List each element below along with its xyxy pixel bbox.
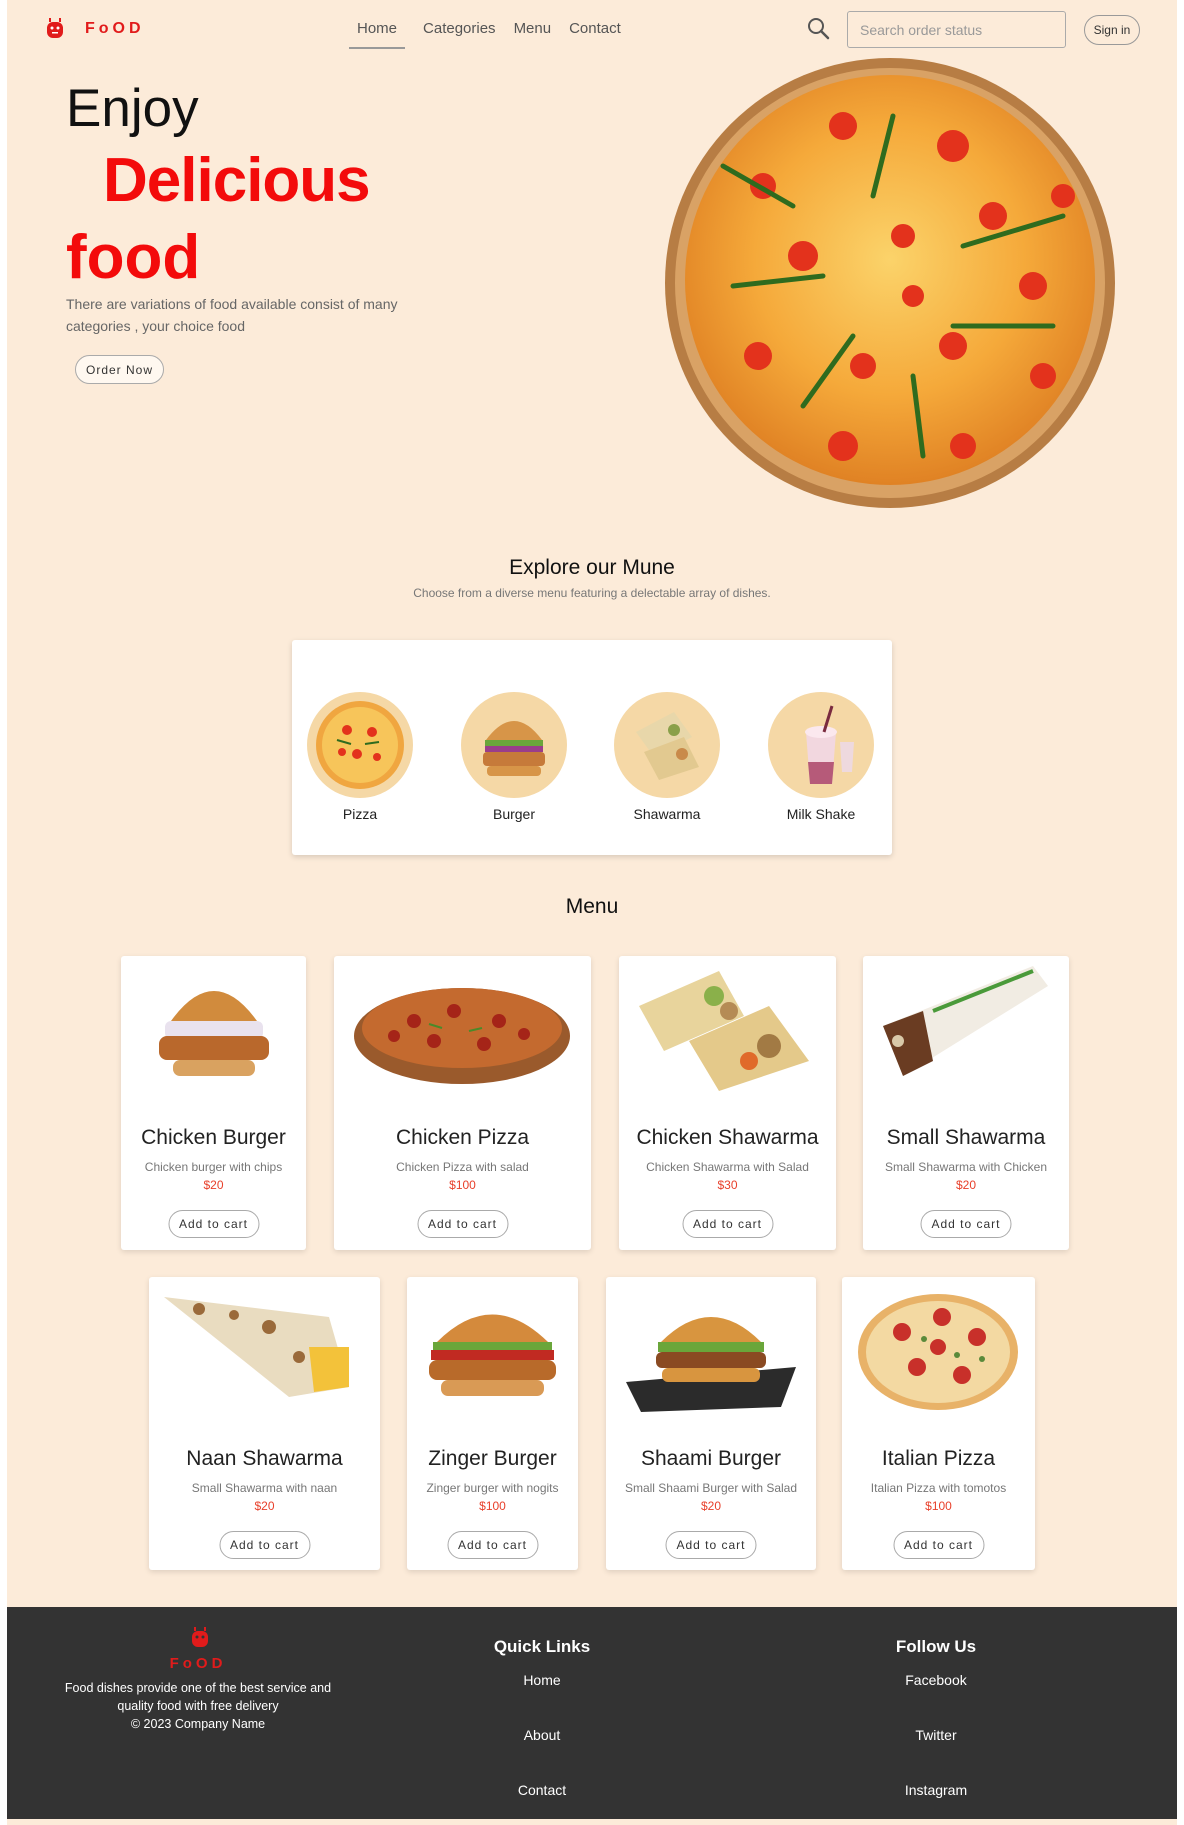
add-to-cart-button[interactable]: Add to cart — [682, 1210, 773, 1238]
robot-logo-icon — [192, 1627, 208, 1647]
menu-item-name: Chicken Burger — [141, 1126, 286, 1149]
hero-heading-enjoy: Enjoy — [66, 79, 199, 138]
nav-link-contact[interactable]: Contact — [569, 20, 621, 49]
menu-item-price: $20 — [254, 1499, 275, 1513]
menu-item-name: Shaami Burger — [640, 1447, 782, 1470]
footer-link-about[interactable]: About — [442, 1727, 642, 1743]
categories-box: Pizza Burger Shawarma Milk Shake — [292, 640, 892, 855]
italian-pizza-image — [858, 1294, 1018, 1410]
category-label: Shawarma — [633, 806, 701, 822]
category-shawarma-image — [614, 692, 720, 798]
category-label: Milk Shake — [786, 806, 856, 822]
explore-subtitle: Choose from a diverse menu featuring a d… — [413, 586, 771, 600]
nav-link-menu[interactable]: Menu — [514, 20, 552, 49]
page: FoOD Home Categories Menu Contact Sign i… — [7, 0, 1177, 1825]
category-pizza[interactable]: Pizza — [305, 692, 415, 822]
order-now-button[interactable]: Order Now — [75, 355, 164, 384]
hero-heading-food: food — [66, 223, 201, 292]
quick-links-title: Quick Links — [493, 1637, 591, 1656]
menu-item-name: Naan Shawarma — [186, 1447, 343, 1470]
menu-item-desc: Small Shawarma with Chicken — [884, 1160, 1048, 1174]
shaami-burger-image — [626, 1317, 796, 1412]
robot-logo-icon — [47, 18, 63, 38]
category-burger-image — [461, 692, 567, 798]
category-label: Pizza — [342, 806, 378, 822]
footer-link-twitter[interactable]: Twitter — [836, 1727, 1036, 1743]
menu-card-shaami-burger: Shaami Burger Small Shaami Burger with S… — [606, 1277, 816, 1570]
menu-item-price: $20 — [955, 1178, 977, 1192]
add-to-cart-button[interactable]: Add to cart — [447, 1531, 538, 1559]
menu-item-price: $100 — [479, 1499, 506, 1513]
naan-shawarma-image — [164, 1297, 349, 1397]
follow-us-title: Follow Us — [895, 1637, 977, 1656]
hero-pizza-image — [665, 58, 1115, 508]
menu-card-italian-pizza: Italian Pizza Italian Pizza with tomotos… — [842, 1277, 1035, 1570]
category-shawarma[interactable]: Shawarma — [612, 692, 722, 822]
menu-item-desc: Chicken Shawarma with Salad — [646, 1160, 809, 1174]
footer-link-contact[interactable]: Contact — [442, 1782, 642, 1798]
menu-item-desc: Zinger burger with nogits — [426, 1481, 559, 1495]
menu-item-price: $100 — [449, 1178, 476, 1192]
category-burger[interactable]: Burger — [459, 692, 569, 822]
brand[interactable]: FoOD — [45, 18, 145, 40]
menu-item-price: $20 — [203, 1178, 224, 1192]
small-shawarma-image — [883, 966, 1048, 1076]
add-to-cart-button[interactable]: Add to cart — [665, 1531, 757, 1559]
chicken-pizza-image — [354, 988, 570, 1084]
nav-link-home[interactable]: Home — [349, 20, 406, 49]
hero-heading-delicious: Delicious — [103, 146, 371, 215]
menu-item-price: $20 — [700, 1499, 722, 1513]
nav-links: Home Categories Menu Contact — [349, 20, 639, 49]
menu-card-chicken-pizza: Chicken Pizza Chicken Pizza with salad $… — [334, 956, 591, 1250]
menu-item-desc: Italian Pizza with tomotos — [870, 1481, 1007, 1495]
footer-link-home[interactable]: Home — [442, 1672, 642, 1688]
menu-item-desc: Small Shawarma with naan — [191, 1481, 338, 1495]
menu-item-name: Chicken Pizza — [395, 1126, 530, 1149]
add-to-cart-button[interactable]: Add to cart — [219, 1531, 310, 1559]
chicken-shawarma-image — [639, 971, 809, 1091]
menu-item-price: $30 — [717, 1178, 738, 1192]
footer-link-instagram[interactable]: Instagram — [836, 1782, 1036, 1798]
signin-button[interactable]: Sign in — [1084, 15, 1140, 45]
menu-item-name: Chicken Shawarma — [636, 1126, 819, 1149]
footer-copyright: © 2023 Company Name — [130, 1717, 266, 1731]
menu-card-small-shawarma: Small Shawarma Small Shawarma with Chick… — [863, 956, 1069, 1250]
menu-title: Menu — [565, 895, 619, 918]
chicken-burger-image — [159, 991, 269, 1076]
zinger-burger-image — [429, 1314, 556, 1396]
menu-card-chicken-burger: Chicken Burger Chicken burger with chips… — [121, 956, 306, 1250]
add-to-cart-button[interactable]: Add to cart — [920, 1210, 1012, 1238]
explore-title: Explore our Mune — [509, 556, 675, 579]
hero-description: There are variations of food available c… — [66, 296, 398, 334]
nav-link-categories[interactable]: Categories — [423, 20, 496, 49]
menu-card-naan-shawarma: Naan Shawarma Small Shawarma with naan $… — [149, 1277, 380, 1570]
search-input[interactable] — [847, 11, 1066, 48]
menu-item-desc: Chicken Pizza with salad — [396, 1160, 529, 1174]
footer-description: Food dishes provide one of the best serv… — [57, 1679, 339, 1733]
category-milkshake-image — [768, 692, 874, 798]
menu-item-desc: Chicken burger with chips — [144, 1160, 283, 1174]
navbar: FoOD Home Categories Menu Contact Sign i… — [7, 0, 1177, 58]
category-milkshake[interactable]: Milk Shake — [766, 692, 876, 822]
footer-link-facebook[interactable]: Facebook — [836, 1672, 1036, 1688]
add-to-cart-button[interactable]: Add to cart — [417, 1210, 508, 1238]
menu-card-zinger-burger: Zinger Burger Zinger burger with nogits … — [407, 1277, 578, 1570]
add-to-cart-button[interactable]: Add to cart — [168, 1210, 259, 1238]
footer-brand: FoOD — [169, 1655, 227, 1672]
menu-item-name: Zinger Burger — [428, 1447, 557, 1470]
footer-description-text: Food dishes provide one of the best serv… — [64, 1681, 332, 1713]
menu-item-name: Italian Pizza — [881, 1447, 996, 1470]
menu-card-chicken-shawarma: Chicken Shawarma Chicken Shawarma with S… — [619, 956, 836, 1250]
add-to-cart-button[interactable]: Add to cart — [893, 1531, 984, 1559]
menu-item-name: Small Shawarma — [886, 1126, 1046, 1149]
footer: FoOD Food dishes provide one of the best… — [7, 1607, 1177, 1819]
menu-item-price: $100 — [925, 1499, 952, 1513]
search-icon[interactable] — [806, 16, 830, 40]
menu-item-desc: Small Shaami Burger with Salad — [624, 1481, 798, 1495]
brand-name: FoOD — [85, 20, 145, 37]
category-label: Burger — [492, 806, 536, 822]
category-pizza-image — [307, 692, 413, 798]
